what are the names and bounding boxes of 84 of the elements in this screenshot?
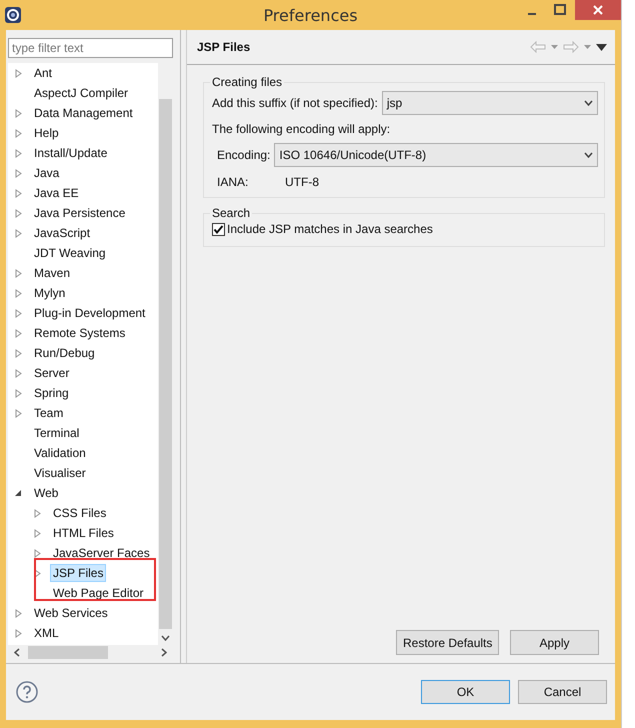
tree-item[interactable]: Terminal: [31, 424, 82, 442]
collapsed-arrow-icon[interactable]: [14, 228, 23, 238]
collapsed-arrow-icon[interactable]: [14, 608, 23, 618]
tree-item[interactable]: Java Persistence: [31, 204, 128, 222]
collapsed-arrow-icon[interactable]: [14, 128, 23, 138]
tree-item[interactable]: Server: [31, 364, 72, 382]
tree-item[interactable]: Plug-in Development: [31, 304, 148, 322]
tree-item[interactable]: Spring: [31, 384, 72, 402]
dropdown-arrow-icon[interactable]: [583, 44, 592, 50]
collapsed-arrow-icon[interactable]: [14, 388, 23, 398]
encoding-note: The following encoding will apply:: [212, 122, 392, 136]
suffix-dropdown[interactable]: jsp: [382, 91, 598, 115]
iana-label: IANA:: [217, 175, 250, 189]
collapsed-arrow-icon[interactable]: [14, 108, 23, 118]
collapsed-arrow-icon[interactable]: [14, 368, 23, 378]
collapsed-arrow-icon[interactable]: [14, 628, 23, 638]
collapsed-arrow-icon[interactable]: [14, 328, 23, 338]
collapsed-arrow-icon[interactable]: [33, 548, 42, 558]
scroll-left-icon[interactable]: [14, 648, 20, 657]
collapsed-arrow-icon[interactable]: [33, 508, 42, 518]
tree-item[interactable]: JSP Files: [50, 564, 106, 582]
horizontal-scrollbar[interactable]: [8, 645, 173, 660]
tree-item[interactable]: Remote Systems: [31, 324, 128, 342]
encoding-dropdown[interactable]: ISO 10646/Unicode(UTF-8): [274, 143, 598, 167]
tree-item[interactable]: JDT Weaving: [31, 244, 109, 262]
scroll-down-icon[interactable]: [161, 635, 170, 641]
iana-value: UTF-8: [285, 175, 319, 189]
collapsed-arrow-icon[interactable]: [33, 528, 42, 538]
forward-arrow-icon[interactable]: [563, 41, 579, 53]
tree-item[interactable]: Install/Update: [31, 144, 110, 162]
chevron-down-icon[interactable]: [584, 100, 593, 106]
tree-item[interactable]: Visualiser: [31, 464, 89, 482]
chevron-down-icon[interactable]: [584, 152, 593, 158]
view-menu-icon[interactable]: [596, 44, 607, 50]
tree-item[interactable]: Team: [31, 404, 66, 422]
back-arrow-icon[interactable]: [530, 41, 546, 53]
collapsed-arrow-icon[interactable]: [14, 168, 23, 178]
expanded-arrow-icon[interactable]: [14, 488, 23, 498]
group-title: Search: [211, 206, 252, 220]
restore-defaults-button[interactable]: Restore Defaults: [396, 630, 499, 655]
tree-item[interactable]: JavaServer Faces: [50, 544, 153, 562]
app-icon: [4, 6, 22, 24]
tree-item[interactable]: XML: [31, 624, 62, 642]
tree-item[interactable]: Data Management: [31, 104, 136, 122]
cancel-button[interactable]: Cancel: [518, 680, 607, 704]
collapsed-arrow-icon[interactable]: [33, 568, 42, 578]
tree-item[interactable]: CSS Files: [50, 504, 110, 522]
collapsed-arrow-icon[interactable]: [14, 208, 23, 218]
tree-item[interactable]: Mylyn: [31, 284, 68, 302]
suffix-label: Add this suffix (if not specified):: [212, 96, 378, 110]
collapsed-arrow-icon[interactable]: [14, 348, 23, 358]
window-title: Preferences: [262, 6, 359, 25]
tree-item[interactable]: Java EE: [31, 184, 82, 202]
collapsed-arrow-icon[interactable]: [14, 68, 23, 78]
tree-item[interactable]: Java: [31, 164, 62, 182]
collapsed-arrow-icon[interactable]: [14, 148, 23, 158]
ok-button[interactable]: OK: [421, 680, 510, 704]
tree-item[interactable]: Web: [31, 484, 62, 502]
tree-item[interactable]: JavaScript: [31, 224, 94, 242]
checkbox-label: Include JSP matches in Java searches: [227, 222, 433, 236]
apply-button[interactable]: Apply: [510, 630, 599, 655]
checkbox[interactable]: [212, 222, 225, 236]
close-icon[interactable]: [575, 0, 621, 20]
collapsed-arrow-icon[interactable]: [14, 308, 23, 318]
tree-item[interactable]: HTML Files: [50, 524, 117, 542]
tree-item[interactable]: Web Page Editor: [50, 584, 146, 602]
group-title: Creating files: [211, 75, 284, 89]
help-icon[interactable]: [16, 681, 38, 703]
scroll-right-icon[interactable]: [161, 648, 167, 657]
collapsed-arrow-icon[interactable]: [14, 268, 23, 278]
collapsed-arrow-icon[interactable]: [14, 188, 23, 198]
collapsed-arrow-icon[interactable]: [14, 408, 23, 418]
tree-item[interactable]: Help: [31, 124, 62, 142]
filter-field[interactable]: type filter text: [8, 38, 173, 58]
dropdown-arrow-icon[interactable]: [550, 44, 559, 50]
encoding-label: Encoding:: [217, 148, 270, 162]
tree-item[interactable]: Ant: [31, 64, 56, 82]
tree-item[interactable]: Maven: [31, 264, 74, 282]
collapsed-arrow-icon[interactable]: [14, 288, 23, 298]
tree-item[interactable]: Validation: [31, 444, 89, 462]
tree-item[interactable]: Web Services: [31, 604, 111, 622]
tree-item[interactable]: Run/Debug: [31, 344, 98, 362]
page-title: JSP Files: [197, 40, 250, 54]
tree-item[interactable]: AspectJ Compiler: [31, 84, 132, 102]
